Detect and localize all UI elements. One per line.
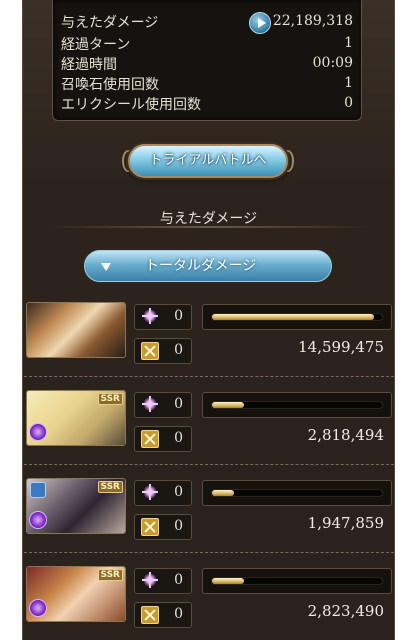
battle-stats-box: 与えたダメージ 22,189,318 経過ターン 1 経過時間 00:09 召喚… [52, 0, 362, 121]
sparkle-counter: 0 [134, 568, 192, 594]
damage-bar-fill [212, 490, 235, 496]
cross-counter: 0 [134, 426, 192, 452]
crossed-swords-icon [141, 430, 159, 448]
sparkle-icon [143, 308, 157, 324]
damage-value: 2,818,494 [307, 426, 384, 444]
stat-row-time: 経過時間 00:09 [61, 54, 353, 74]
dark-element-icon [29, 423, 47, 441]
divider [24, 464, 394, 465]
stat-value: 1 [344, 75, 353, 91]
character-portrait[interactable]: SSR [26, 390, 126, 446]
damage-value: 2,823,490 [307, 602, 384, 620]
counter-value: 0 [174, 308, 183, 324]
sparkle-icon [143, 484, 157, 500]
ssr-badge: SSR [97, 481, 123, 493]
damage-value: 1,947,859 [307, 514, 384, 532]
stat-label: エリクシール使用回数 [61, 97, 201, 113]
damage-bar-track [211, 577, 383, 585]
stat-label: 与えたダメージ [61, 15, 159, 31]
stat-value: 00:09 [312, 55, 353, 71]
play-icon[interactable] [249, 12, 271, 34]
damage-bar [202, 304, 392, 330]
damage-bar-fill [212, 314, 374, 320]
stat-label: 経過時間 [61, 57, 117, 73]
stat-label: 経過ターン [61, 37, 131, 53]
stat-value: 0 [344, 95, 353, 111]
damage-bar [202, 392, 392, 418]
crossed-swords-icon [141, 606, 159, 624]
crossed-swords-icon [141, 342, 159, 360]
damage-bar-track [211, 313, 383, 321]
counter-value: 0 [174, 606, 183, 622]
stat-label: 召喚石使用回数 [61, 77, 159, 93]
cross-counter: 0 [134, 338, 192, 364]
character-portrait[interactable]: SSR [26, 566, 126, 622]
damage-bar-track [211, 401, 383, 409]
sparkle-icon [143, 396, 157, 412]
sparkle-counter: 0 [134, 480, 192, 506]
ssr-badge: SSR [97, 393, 123, 405]
damage-bar-track [211, 489, 383, 497]
damage-value: 14,599,475 [298, 338, 384, 356]
stat-row-elixirs: エリクシール使用回数 0 [61, 94, 353, 114]
divider [24, 552, 394, 553]
ssr-badge: SSR [97, 569, 123, 581]
counter-value: 0 [174, 484, 183, 500]
damage-bar-fill [212, 578, 245, 584]
stat-row-turns: 経過ターン 1 [61, 34, 353, 54]
character-portrait[interactable]: SSR [26, 478, 126, 534]
counter-value: 0 [174, 430, 183, 446]
character-row: SSR 0 0 2,823,490 [24, 566, 394, 640]
counter-value: 0 [174, 396, 183, 412]
counter-value: 0 [174, 342, 183, 358]
sparkle-counter: 0 [134, 304, 192, 330]
stat-value: 1 [344, 35, 353, 51]
stat-row-summons: 召喚石使用回数 1 [61, 74, 353, 94]
damage-bar [202, 568, 392, 594]
divider [24, 376, 394, 377]
dropdown-label: トータルダメージ [145, 258, 257, 274]
trial-battle-button[interactable]: トライアルバトルへ [128, 144, 288, 178]
counter-value: 0 [174, 572, 183, 588]
section-title: 与えたダメージ [159, 211, 258, 227]
counter-value: 0 [174, 518, 183, 534]
cross-counter: 0 [134, 514, 192, 540]
character-portrait[interactable] [26, 302, 126, 358]
sparkle-icon [143, 572, 157, 588]
triangle-down-icon [101, 263, 111, 271]
crossed-swords-icon [141, 518, 159, 536]
dark-element-icon [29, 599, 47, 617]
damage-bar-fill [212, 402, 245, 408]
total-damage-dropdown[interactable]: トータルダメージ [84, 250, 332, 282]
sparkle-counter: 0 [134, 392, 192, 418]
stat-row-damage: 与えたダメージ 22,189,318 [61, 12, 353, 32]
damage-bar [202, 480, 392, 506]
class-icon [30, 482, 46, 498]
portrait-image [27, 303, 125, 357]
cross-counter: 0 [134, 602, 192, 628]
stat-value: 22,189,318 [272, 13, 353, 29]
dark-element-icon [29, 511, 47, 529]
